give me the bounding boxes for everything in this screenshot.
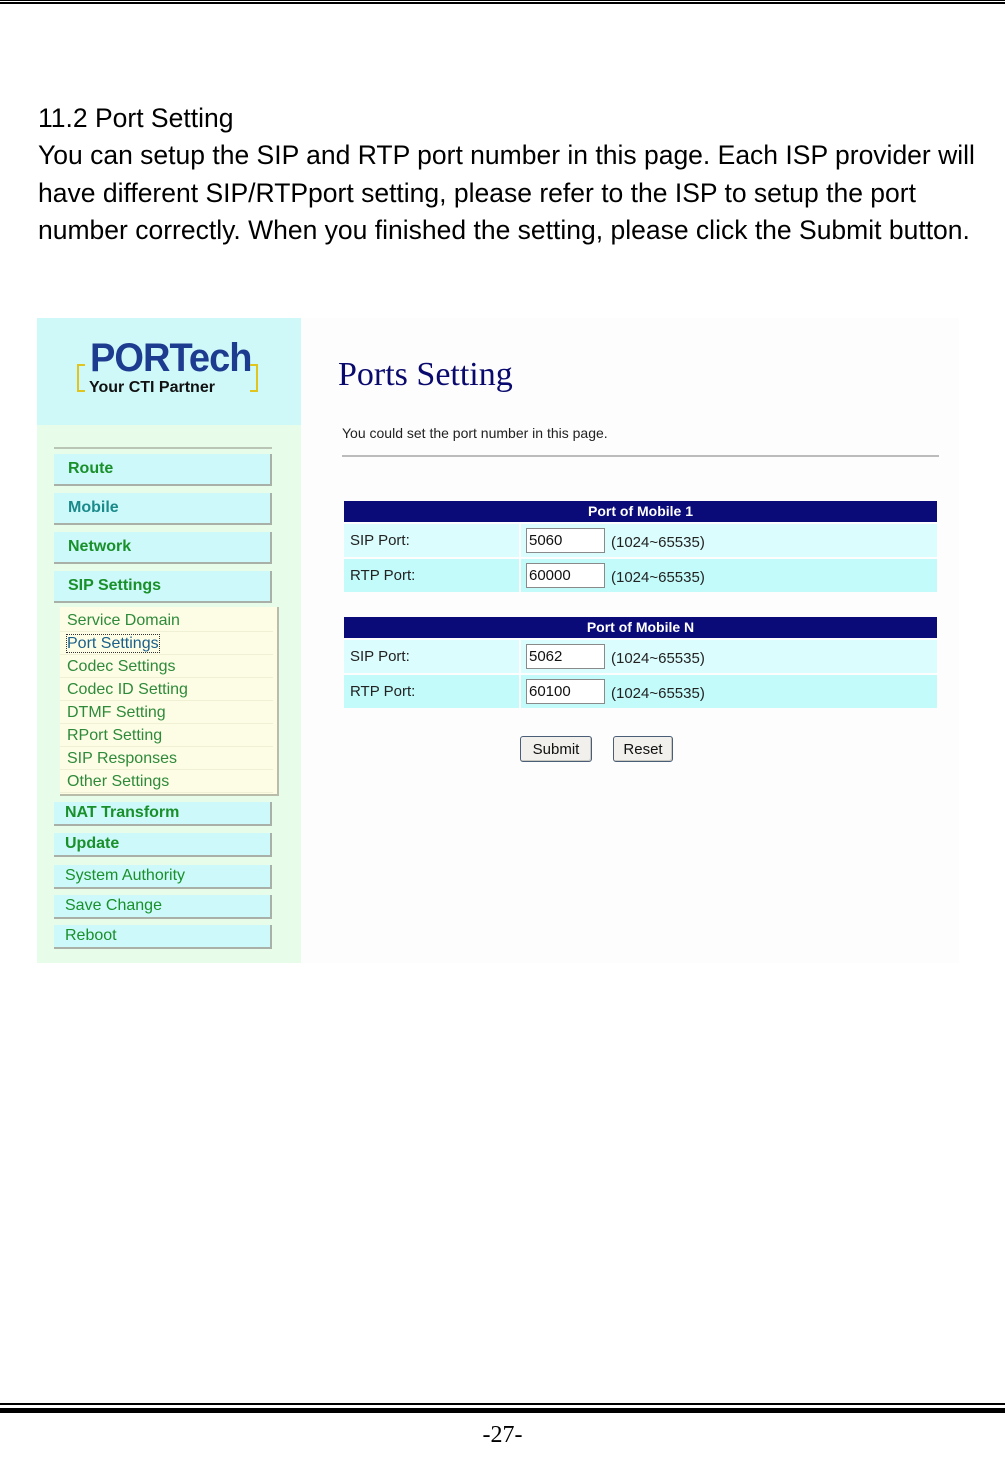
header-rule-thin: [0, 0, 1005, 1]
section-paragraph: You can setup the SIP and RTP port numbe…: [38, 140, 975, 245]
sidebar-divider: [54, 447, 272, 449]
nav-sip-settings[interactable]: SIP Settings: [54, 571, 272, 603]
submenu-label: Port Settings: [66, 634, 160, 653]
range-hint: (1024~65535): [611, 569, 705, 586]
nav-route[interactable]: Route: [54, 454, 272, 486]
field-cell: (1024~65535): [519, 640, 937, 673]
sip-port-input-mobile-1[interactable]: [526, 528, 605, 553]
submenu-other-settings[interactable]: Other Settings: [60, 770, 273, 793]
main-content: Ports Setting You could set the port num…: [301, 318, 959, 963]
port-table-mobile-n: Port of Mobile N SIP Port: (1024~65535) …: [344, 617, 937, 708]
header-rule-thick: [0, 2, 1005, 4]
submenu-label: RPort Setting: [67, 727, 163, 744]
submenu-label: Service Domain: [67, 612, 180, 629]
nav-mobile[interactable]: Mobile: [54, 493, 272, 525]
submenu-label: Other Settings: [67, 773, 170, 790]
rtp-port-input-mobile-1[interactable]: [526, 563, 605, 588]
nav-update[interactable]: Update: [54, 833, 272, 857]
header-rule: [0, 0, 1005, 8]
divider: [342, 455, 939, 457]
submenu-dtmf-setting[interactable]: DTMF Setting: [60, 701, 273, 724]
page-title: Ports Setting: [338, 356, 513, 393]
document-body: 11.2 Port Setting You can setup the SIP …: [38, 101, 978, 250]
nav-system-authority[interactable]: System Authority: [54, 865, 272, 889]
logo-area: PORTech Your CTI Partner: [37, 318, 301, 425]
range-hint: (1024~65535): [611, 685, 705, 702]
submit-button[interactable]: Submit: [520, 736, 592, 762]
table-row: SIP Port: (1024~65535): [344, 640, 937, 673]
submenu-label: DTMF Setting: [67, 704, 166, 721]
submenu-codec-settings[interactable]: Codec Settings: [60, 655, 273, 678]
rtp-port-input-mobile-n[interactable]: [526, 679, 605, 704]
submenu-label: Codec Settings: [67, 658, 176, 675]
sidebar: PORTech Your CTI Partner Route Mobile Ne…: [37, 318, 301, 963]
submenu-port-settings[interactable]: Port Settings: [60, 632, 273, 655]
table-header: Port of Mobile 1: [344, 501, 937, 522]
field-cell: (1024~65535): [519, 524, 937, 557]
table-header: Port of Mobile N: [344, 617, 937, 638]
nav-save-change[interactable]: Save Change: [54, 895, 272, 919]
footer-rule-thin: [0, 1403, 1005, 1405]
table-row: RTP Port: (1024~65535): [344, 675, 937, 708]
reset-button[interactable]: Reset: [613, 736, 673, 762]
logo-tagline: Your CTI Partner: [89, 379, 215, 396]
section-heading: 11.2 Port Setting: [38, 103, 234, 133]
page-number: -27-: [482, 1422, 523, 1448]
submenu-label: SIP Responses: [67, 750, 177, 767]
logo-bracket-right: [250, 364, 258, 392]
sip-submenu: Service Domain Port Settings Codec Setti…: [60, 607, 279, 796]
submenu-rport-setting[interactable]: RPort Setting: [60, 724, 273, 747]
submenu-service-domain[interactable]: Service Domain: [60, 609, 273, 632]
sip-port-input-mobile-n[interactable]: [526, 644, 605, 669]
field-label: RTP Port:: [350, 683, 416, 700]
table-row: RTP Port: (1024~65535): [344, 559, 937, 592]
footer-rule: [0, 1403, 1005, 1415]
field-label: RTP Port:: [350, 567, 416, 584]
port-table-mobile-1: Port of Mobile 1 SIP Port: (1024~65535) …: [344, 501, 937, 592]
submenu-label: Codec ID Setting: [67, 681, 188, 698]
range-hint: (1024~65535): [611, 534, 705, 551]
web-ui-screenshot: PORTech Your CTI Partner Route Mobile Ne…: [37, 318, 959, 963]
footer-rule-thick: [0, 1408, 1005, 1413]
logo-brand: PORTech: [90, 336, 253, 380]
page-description: You could set the port number in this pa…: [342, 425, 608, 441]
nav-nat-transform[interactable]: NAT Transform: [54, 802, 272, 826]
nav-network[interactable]: Network: [54, 532, 272, 564]
submenu-sip-responses[interactable]: SIP Responses: [60, 747, 273, 770]
range-hint: (1024~65535): [611, 650, 705, 667]
field-cell: (1024~65535): [519, 675, 937, 708]
field-label: SIP Port:: [350, 532, 410, 549]
field-label: SIP Port:: [350, 648, 410, 665]
submenu-codec-id-setting[interactable]: Codec ID Setting: [60, 678, 273, 701]
field-cell: (1024~65535): [519, 559, 937, 592]
nav-reboot[interactable]: Reboot: [54, 925, 272, 949]
logo-bracket-left: [77, 364, 85, 392]
table-row: SIP Port: (1024~65535): [344, 524, 937, 557]
